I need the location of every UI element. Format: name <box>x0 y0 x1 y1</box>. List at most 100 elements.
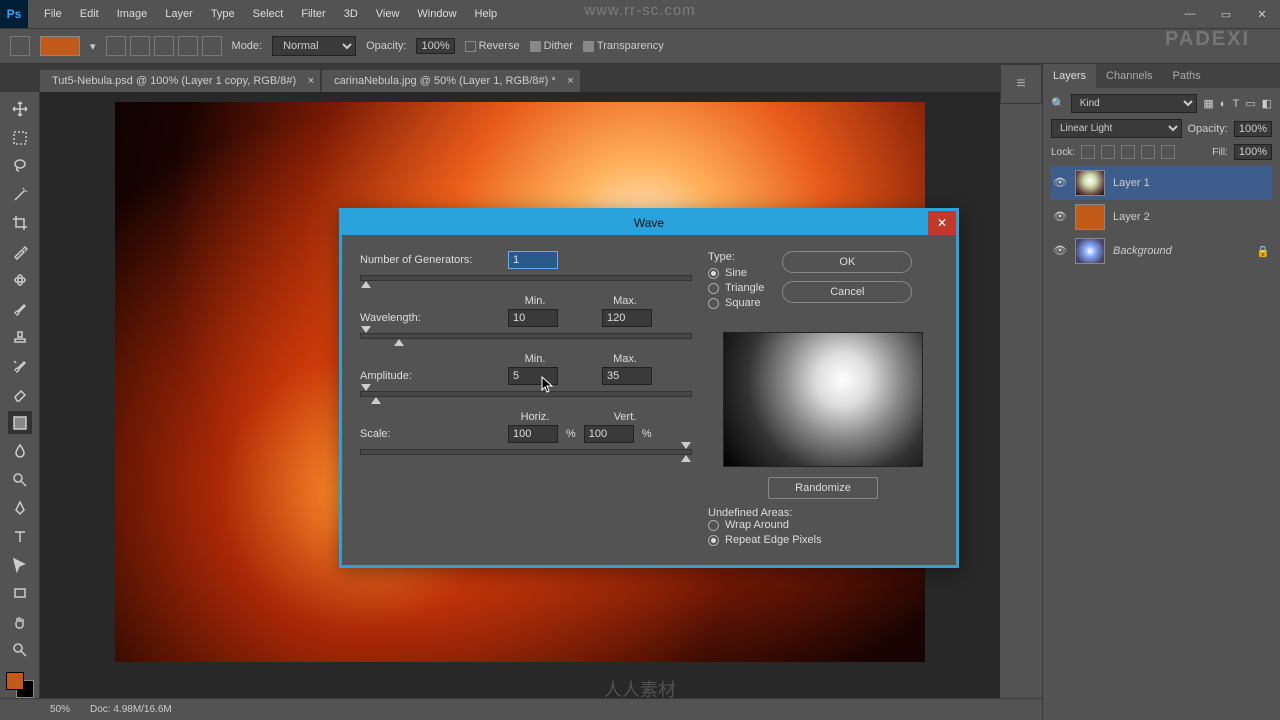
gradient-preview[interactable] <box>40 36 80 56</box>
ok-button[interactable]: OK <box>782 251 912 273</box>
lock-artboard-icon[interactable] <box>1121 145 1135 159</box>
gradient-tool[interactable] <box>8 411 32 433</box>
filter-icon[interactable]: ▭ <box>1245 97 1255 110</box>
minimize-button[interactable]: — <box>1172 0 1208 28</box>
blend-mode-select[interactable]: Linear Light <box>1051 119 1182 138</box>
dropdown-icon[interactable]: ▾ <box>90 40 96 53</box>
wavelength-max-input[interactable] <box>602 309 652 327</box>
close-tab-icon[interactable]: × <box>567 75 573 87</box>
dialog-close-button[interactable]: ✕ <box>928 211 956 235</box>
eraser-tool[interactable] <box>8 383 32 405</box>
fill-value[interactable]: 100% <box>1234 144 1272 160</box>
type-sine-radio[interactable]: Sine <box>708 267 764 279</box>
pen-tool[interactable] <box>8 497 32 519</box>
reflected-gradient-icon[interactable] <box>178 36 198 56</box>
generators-slider[interactable] <box>360 275 692 281</box>
brush-tool[interactable] <box>8 297 32 319</box>
layer-row[interactable]: 👁 Background 🔒 <box>1051 234 1272 268</box>
dialog-title-bar[interactable]: Wave ✕ <box>342 211 956 235</box>
document-tab[interactable]: carinaNebula.jpg @ 50% (Layer 1, RGB/8#)… <box>322 70 580 92</box>
scale-v-input[interactable] <box>584 425 634 443</box>
amplitude-max-input[interactable] <box>602 367 652 385</box>
scale-slider[interactable] <box>360 449 692 455</box>
dodge-tool[interactable] <box>8 468 32 490</box>
filter-icon[interactable]: ◐ <box>1220 98 1227 110</box>
menu-edit[interactable]: Edit <box>72 4 107 24</box>
opacity-value[interactable]: 100% <box>416 38 454 54</box>
lock-pixels-icon[interactable] <box>1081 145 1095 159</box>
reverse-checkbox[interactable]: Reverse <box>465 40 520 52</box>
amplitude-slider[interactable] <box>360 391 692 397</box>
menu-3d[interactable]: 3D <box>336 4 366 24</box>
filter-icon[interactable]: ◧ <box>1262 97 1272 110</box>
blur-tool[interactable] <box>8 440 32 462</box>
close-button[interactable]: ✕ <box>1244 0 1280 28</box>
layer-name[interactable]: Layer 1 <box>1113 177 1150 189</box>
rectangle-tool[interactable] <box>8 582 32 604</box>
history-brush-tool[interactable] <box>8 354 32 376</box>
close-tab-icon[interactable]: × <box>308 75 314 87</box>
layer-row[interactable]: 👁 Layer 2 <box>1051 200 1272 234</box>
angle-gradient-icon[interactable] <box>154 36 174 56</box>
scale-h-input[interactable] <box>508 425 558 443</box>
type-tool[interactable] <box>8 525 32 547</box>
collapsed-panel-icon[interactable]: ≡ <box>1000 64 1042 104</box>
eyedropper-tool[interactable] <box>8 240 32 262</box>
transparency-checkbox[interactable]: Transparency <box>583 40 664 52</box>
menu-file[interactable]: File <box>36 4 70 24</box>
layer-name[interactable]: Background <box>1113 245 1172 257</box>
path-tool[interactable] <box>8 554 32 576</box>
repeat-edge-radio[interactable]: Repeat Edge Pixels <box>708 534 938 546</box>
num-generators-input[interactable] <box>508 251 558 269</box>
menu-view[interactable]: View <box>368 4 408 24</box>
lock-icon[interactable] <box>1161 145 1175 159</box>
layer-opacity-value[interactable]: 100% <box>1234 121 1272 137</box>
crop-tool[interactable] <box>8 212 32 234</box>
wrap-around-radio[interactable]: Wrap Around <box>708 519 938 531</box>
dither-checkbox[interactable]: Dither <box>530 40 573 52</box>
randomize-button[interactable]: Randomize <box>768 477 878 499</box>
layer-name[interactable]: Layer 2 <box>1113 211 1150 223</box>
hand-tool[interactable] <box>8 611 32 633</box>
menu-image[interactable]: Image <box>109 4 156 24</box>
menu-layer[interactable]: Layer <box>157 4 201 24</box>
wand-tool[interactable] <box>8 183 32 205</box>
menu-filter[interactable]: Filter <box>293 4 333 24</box>
wavelength-slider[interactable] <box>360 333 692 339</box>
visibility-icon[interactable]: 👁 <box>1053 210 1067 224</box>
lock-all-icon[interactable] <box>1141 145 1155 159</box>
document-tab[interactable]: Tut5-Nebula.psd @ 100% (Layer 1 copy, RG… <box>40 70 320 92</box>
tab-paths[interactable]: Paths <box>1163 64 1211 88</box>
color-swatches[interactable] <box>6 672 34 698</box>
lock-position-icon[interactable] <box>1101 145 1115 159</box>
type-triangle-radio[interactable]: Triangle <box>708 282 764 294</box>
cancel-button[interactable]: Cancel <box>782 281 912 303</box>
zoom-level[interactable]: 50% <box>50 704 70 715</box>
visibility-icon[interactable]: 👁 <box>1053 176 1067 190</box>
menu-type[interactable]: Type <box>203 4 243 24</box>
lasso-tool[interactable] <box>8 155 32 177</box>
menu-help[interactable]: Help <box>467 4 506 24</box>
mode-select[interactable]: Normal <box>272 36 356 56</box>
move-tool[interactable] <box>8 98 32 120</box>
filter-icon[interactable]: T <box>1232 98 1239 110</box>
radial-gradient-icon[interactable] <box>130 36 150 56</box>
menu-select[interactable]: Select <box>245 4 292 24</box>
diamond-gradient-icon[interactable] <box>202 36 222 56</box>
layer-filter-select[interactable]: Kind <box>1071 94 1198 113</box>
stamp-tool[interactable] <box>8 326 32 348</box>
type-square-radio[interactable]: Square <box>708 297 764 309</box>
layer-row[interactable]: 👁 Layer 1 <box>1051 166 1272 200</box>
healing-tool[interactable] <box>8 269 32 291</box>
zoom-tool[interactable] <box>8 639 32 661</box>
maximize-button[interactable]: ▭ <box>1208 0 1244 28</box>
marquee-tool[interactable] <box>8 126 32 148</box>
wavelength-min-input[interactable] <box>508 309 558 327</box>
tab-channels[interactable]: Channels <box>1096 64 1162 88</box>
amplitude-min-input[interactable] <box>508 367 558 385</box>
menu-window[interactable]: Window <box>409 4 464 24</box>
visibility-icon[interactable]: 👁 <box>1053 244 1067 258</box>
tab-layers[interactable]: Layers <box>1043 64 1096 88</box>
filter-icon[interactable]: ▦ <box>1203 97 1213 110</box>
linear-gradient-icon[interactable] <box>106 36 126 56</box>
